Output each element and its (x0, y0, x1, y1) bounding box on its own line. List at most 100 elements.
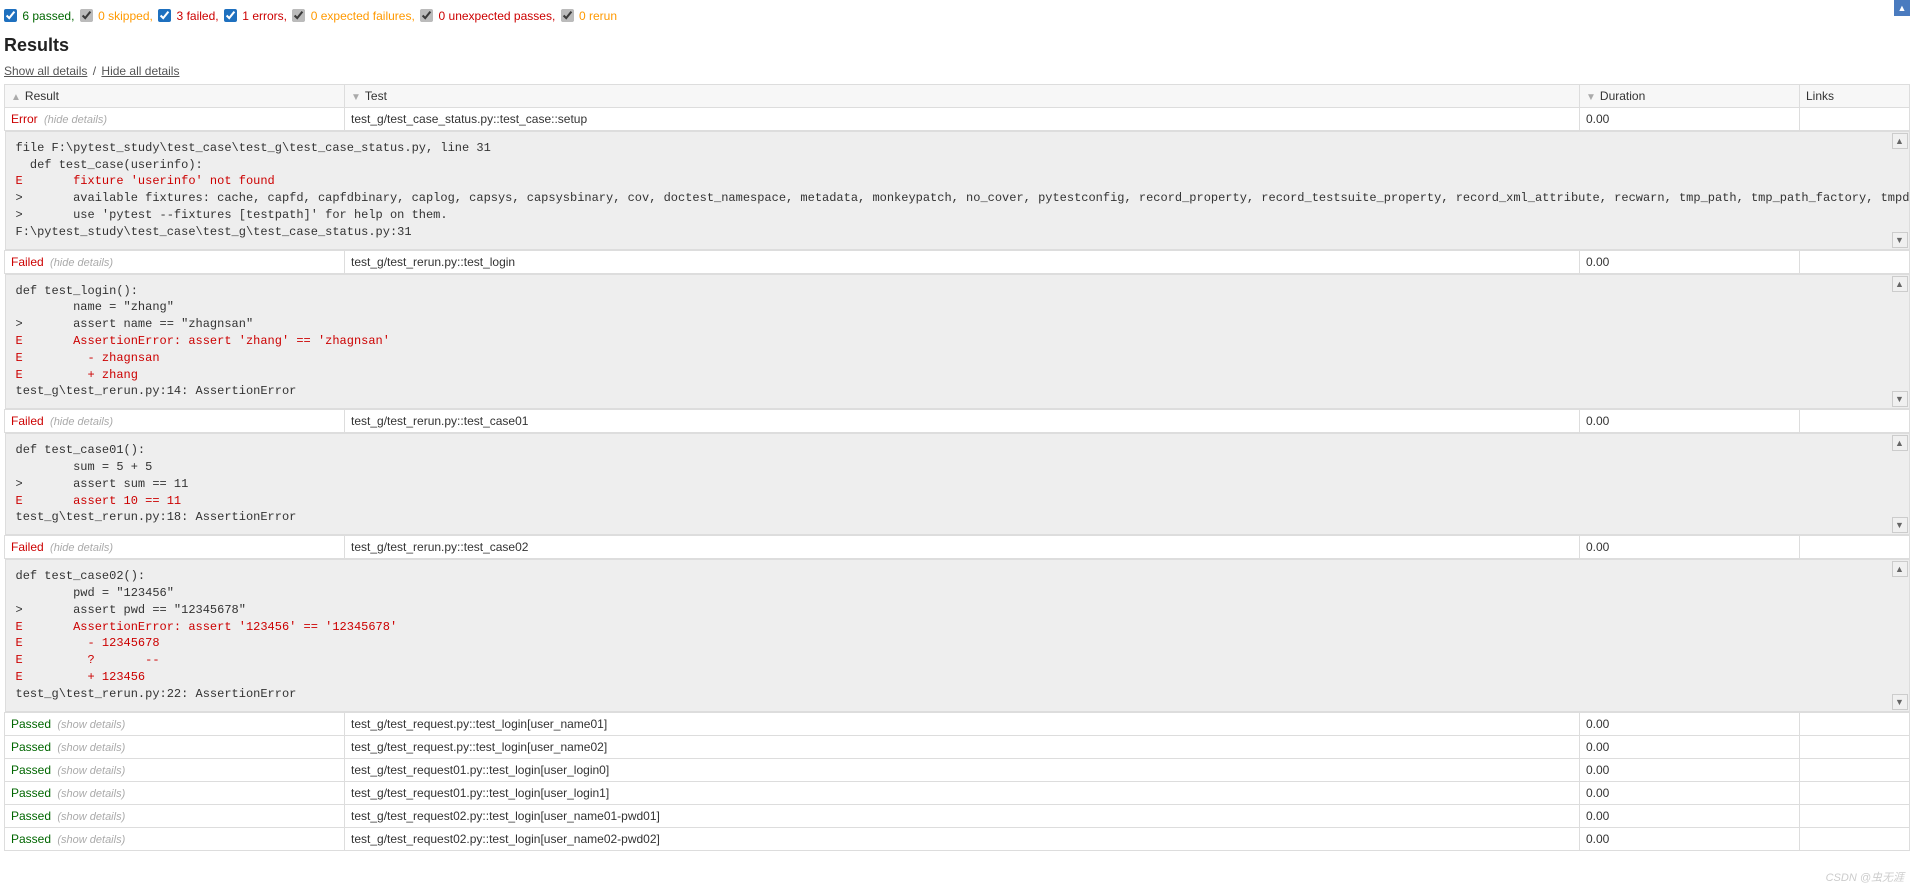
toggle-details-link[interactable]: (show details) (57, 742, 125, 754)
toggle-details-link[interactable]: (show details) (57, 811, 125, 823)
filter-bar: 6 passed, 0 skipped, 3 failed, 1 errors,… (4, 4, 1910, 27)
result-cell: Failed (hide details) (5, 250, 345, 273)
toggle-details-link[interactable]: (hide details) (50, 542, 113, 554)
details-panel: def test_login(): name = "zhang"> assert… (5, 274, 1910, 410)
toggle-details-link[interactable]: (hide details) (50, 257, 113, 269)
test-cell: test_g/test_request02.py::test_login[use… (345, 827, 1580, 850)
filter-skipped-checkbox[interactable] (80, 9, 93, 22)
filter-failed-label: 3 failed, (177, 9, 219, 23)
scroll-down-icon[interactable]: ▼ (1892, 517, 1908, 533)
log-output: def test_case01(): sum = 5 + 5> assert s… (6, 434, 1909, 534)
test-cell: test_g/test_request.py::test_login[user_… (345, 735, 1580, 758)
links-cell (1800, 410, 1910, 433)
test-cell: test_g/test_request.py::test_login[user_… (345, 712, 1580, 735)
details-row: def test_case02(): pwd = "123456"> asser… (5, 559, 1910, 712)
filter-errors-label: 1 errors, (242, 9, 287, 23)
toggle-details-link[interactable]: (show details) (57, 765, 125, 777)
duration-cell: 0.00 (1580, 712, 1800, 735)
test-cell: test_g/test_rerun.py::test_case01 (345, 410, 1580, 433)
result-cell: Passed (show details) (5, 804, 345, 827)
status-text: Passed (11, 786, 51, 800)
table-row: Passed (show details) test_g/test_request… (5, 827, 1910, 850)
filter-unexpected-label: 0 unexpected passes, (439, 9, 556, 23)
scroll-up-icon[interactable]: ▲ (1892, 133, 1908, 149)
table-row: Failed (hide details)test_g/test_rerun.p… (5, 250, 1910, 273)
filter-rerun-label: 0 rerun (579, 9, 617, 23)
toggle-details-link[interactable]: (show details) (57, 719, 125, 731)
test-cell: test_g/test_rerun.py::test_case02 (345, 536, 1580, 559)
status-text: Passed (11, 832, 51, 846)
duration-cell: 0.00 (1580, 758, 1800, 781)
duration-cell: 0.00 (1580, 827, 1800, 850)
table-row: Passed (show details)test_g/test_request… (5, 781, 1910, 804)
header-test[interactable]: ▼Test (345, 84, 1580, 107)
status-text: Passed (11, 717, 51, 731)
header-duration[interactable]: ▼Duration (1580, 84, 1800, 107)
filter-passed-label: 6 passed, (22, 9, 74, 23)
watermark: CSDN @虫无涯 (1826, 869, 1904, 885)
filter-errors-checkbox[interactable] (224, 9, 237, 22)
links-cell (1800, 781, 1910, 804)
result-cell: Error (hide details) (5, 107, 345, 130)
filter-expected: 0 expected failures, (292, 8, 414, 23)
table-row: Failed (hide details) test_g/test_rerun.p… (5, 536, 1910, 559)
status-text: Error (11, 112, 38, 126)
links-cell (1800, 827, 1910, 850)
scroll-top-button[interactable]: ▲ (1894, 0, 1910, 16)
filter-rerun-checkbox[interactable] (561, 9, 574, 22)
details-panel: def test_case01(): sum = 5 + 5> assert s… (5, 433, 1910, 535)
sort-desc-icon: ▼ (1586, 92, 1596, 103)
filter-failed: 3 failed, (158, 8, 218, 23)
links-cell (1800, 712, 1910, 735)
filter-unexpected-checkbox[interactable] (420, 9, 433, 22)
status-text: Passed (11, 809, 51, 823)
details-row: def test_login(): name = "zhang"> assert… (5, 273, 1910, 410)
hide-all-details-link[interactable]: Hide all details (101, 64, 179, 78)
links-cell (1800, 804, 1910, 827)
details-panel: file F:\pytest_study\test_case\test_g\te… (5, 131, 1910, 250)
toggle-details-link[interactable]: (hide details) (50, 416, 113, 428)
links-cell (1800, 758, 1910, 781)
toggle-details-link[interactable]: (show details) (57, 788, 125, 800)
filter-expected-label: 0 expected failures, (311, 9, 415, 23)
filter-unexpected: 0 unexpected passes, (420, 8, 555, 23)
scroll-down-icon[interactable]: ▼ (1892, 694, 1908, 710)
duration-cell: 0.00 (1580, 781, 1800, 804)
status-text: Failed (11, 540, 44, 554)
show-all-details-link[interactable]: Show all details (4, 64, 87, 78)
scroll-down-icon[interactable]: ▼ (1892, 232, 1908, 248)
test-cell: test_g/test_rerun.py::test_login (345, 250, 1580, 273)
log-output: def test_login(): name = "zhang"> assert… (6, 275, 1909, 409)
header-links[interactable]: Links (1800, 84, 1910, 107)
result-cell: Passed (show details) (5, 712, 345, 735)
duration-cell: 0.00 (1580, 735, 1800, 758)
links-cell (1800, 735, 1910, 758)
details-row: file F:\pytest_study\test_case\test_g\te… (5, 130, 1910, 250)
result-cell: Failed (hide details) (5, 410, 345, 433)
scroll-down-icon[interactable]: ▼ (1892, 391, 1908, 407)
test-cell: test_g/test_case_status.py::test_case::s… (345, 107, 1580, 130)
details-row: def test_case01(): sum = 5 + 5> assert s… (5, 433, 1910, 536)
table-row: Passed (show details)test_g/test_request… (5, 804, 1910, 827)
filter-skipped-label: 0 skipped, (98, 9, 153, 23)
test-cell: test_g/test_request02.py::test_login[use… (345, 804, 1580, 827)
toggle-details-link[interactable]: (hide details) (44, 114, 107, 126)
log-output: file F:\pytest_study\test_case\test_g\te… (6, 132, 1909, 249)
scroll-up-icon[interactable]: ▲ (1892, 276, 1908, 292)
results-heading: Results (4, 35, 1910, 56)
filter-failed-checkbox[interactable] (158, 9, 171, 22)
filter-passed-checkbox[interactable] (4, 9, 17, 22)
filter-rerun: 0 rerun (561, 8, 617, 23)
links-cell (1800, 250, 1910, 273)
status-text: Failed (11, 255, 44, 269)
header-result[interactable]: ▲Result (5, 84, 345, 107)
table-header-row: ▲Result ▼Test ▼Duration Links (5, 84, 1910, 107)
table-row: Error (hide details)test_g/test_case_sta… (5, 107, 1910, 130)
scroll-up-icon[interactable]: ▲ (1892, 561, 1908, 577)
results-table: ▲Result ▼Test ▼Duration Links Error (hid… (4, 84, 1910, 851)
links-cell (1800, 536, 1910, 559)
table-row: Passed (show details)test_g/test_request… (5, 735, 1910, 758)
scroll-up-icon[interactable]: ▲ (1892, 435, 1908, 451)
toggle-details-link[interactable]: (show details) (57, 834, 125, 846)
filter-expected-checkbox[interactable] (292, 9, 305, 22)
